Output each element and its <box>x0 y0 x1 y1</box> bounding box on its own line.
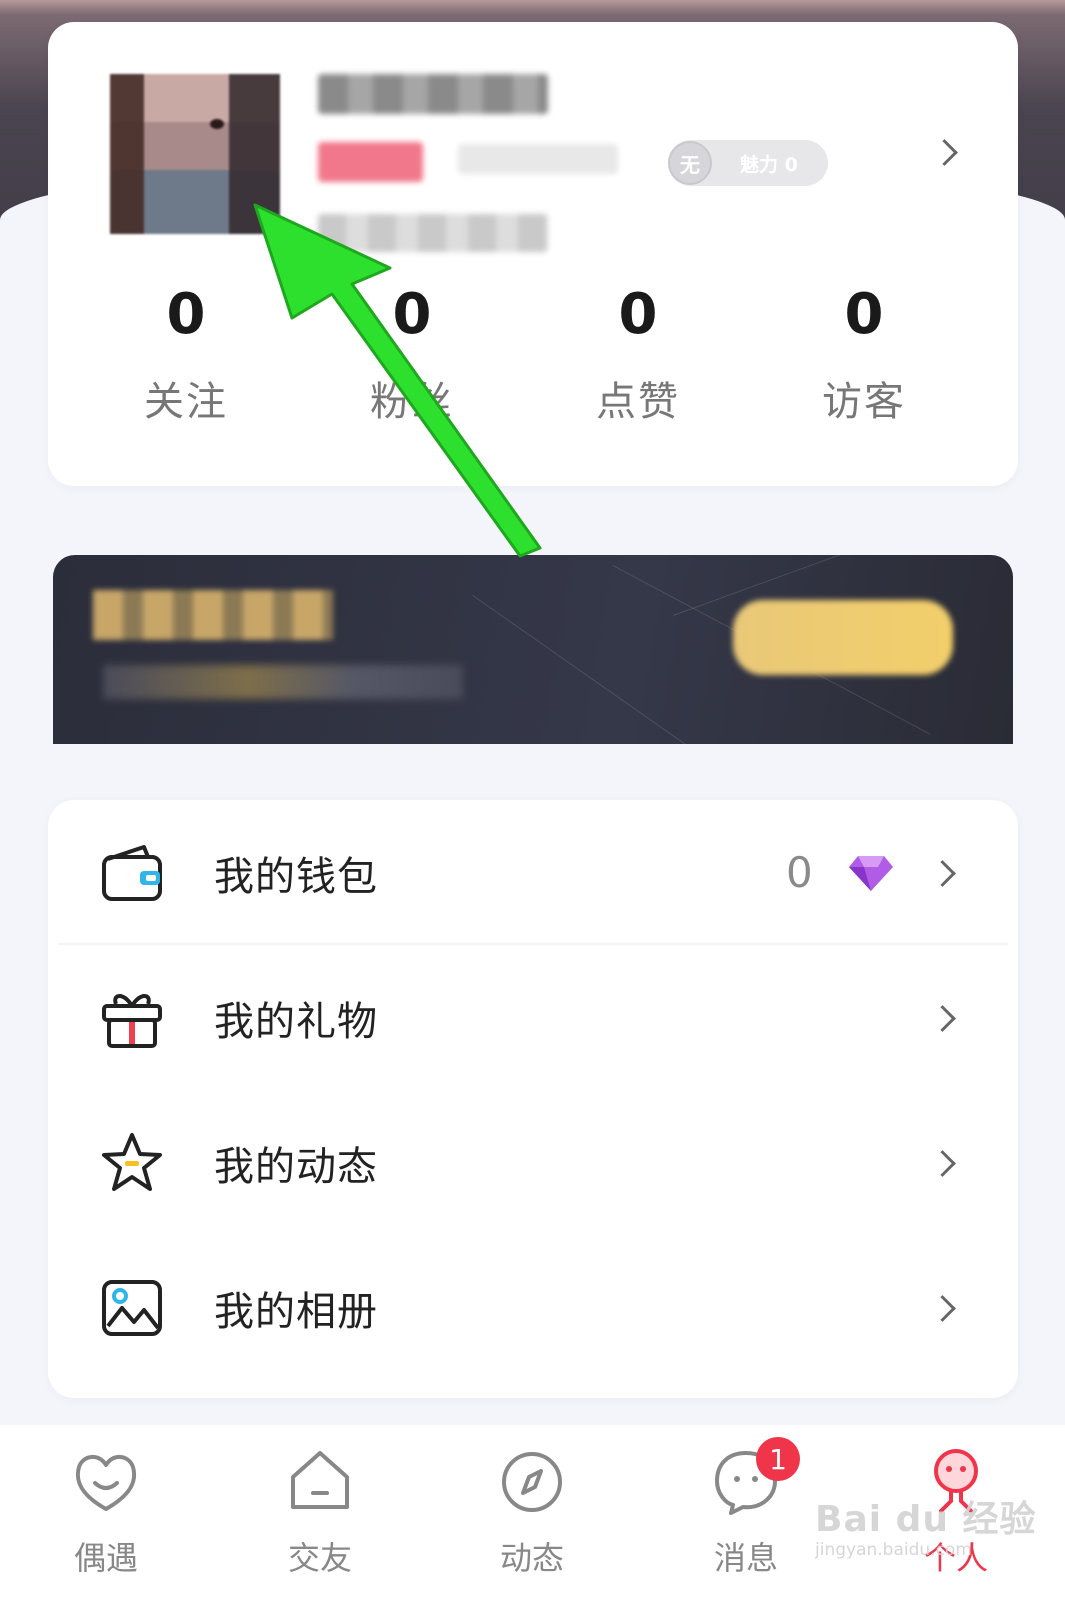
stat-visitors[interactable]: 0 访客 <box>794 287 934 427</box>
stat-label: 点赞 <box>596 379 680 425</box>
vip-title-blurred <box>93 590 333 640</box>
stat-likes[interactable]: 0 点赞 <box>568 287 708 427</box>
banner-decoration <box>472 595 719 744</box>
info-tag-blurred <box>458 144 618 174</box>
charm-label: 魅力 0 <box>740 153 798 176</box>
wallet-balance: 0 <box>786 848 813 897</box>
stat-value: 0 <box>166 282 206 347</box>
vip-subtitle-blurred <box>103 665 463 699</box>
vip-banner[interactable] <box>53 555 1013 744</box>
menu-card: 我的钱包 0 我的礼物 我的动态 我的相册 <box>48 800 1018 1398</box>
chevron-right-icon <box>929 1005 956 1032</box>
stat-fans[interactable]: 0 粉丝 <box>342 287 482 427</box>
vip-open-button[interactable] <box>733 600 953 675</box>
watermark-url: jingyan.baidu.com <box>815 1540 972 1560</box>
star-icon <box>102 1132 162 1191</box>
menu-item-gifts[interactable]: 我的礼物 <box>48 945 1018 1090</box>
username-blurred <box>318 74 548 114</box>
watermark: Bai du 经验 jingyan.baidu.com <box>815 1490 1037 1560</box>
wallet-icon <box>102 844 162 901</box>
compass-icon <box>502 1452 562 1512</box>
charm-level-icon: 无 <box>668 141 712 185</box>
chevron-right-icon <box>929 860 956 887</box>
heart-smile-icon <box>75 1455 137 1511</box>
house-icon <box>291 1451 349 1509</box>
profile-card[interactable]: 无 魅力 0 0 关注 0 粉丝 0 点赞 0 访客 <box>48 22 1018 486</box>
tab-encounter[interactable]: 偶遇 <box>46 1447 166 1579</box>
menu-label: 我的礼物 <box>214 998 378 1045</box>
tab-label: 动态 <box>499 1539 564 1577</box>
stat-value: 0 <box>844 282 884 347</box>
stat-label: 关注 <box>144 379 228 425</box>
chevron-right-icon <box>929 1295 956 1322</box>
tab-label: 交友 <box>287 1539 352 1577</box>
menu-label: 我的钱包 <box>214 853 378 900</box>
menu-label: 我的动态 <box>214 1143 378 1190</box>
menu-item-wallet[interactable]: 我的钱包 0 <box>48 800 1018 945</box>
chevron-right-icon[interactable] <box>931 139 958 166</box>
chevron-right-icon <box>929 1150 956 1177</box>
stat-value: 0 <box>392 282 432 347</box>
tab-label: 偶遇 <box>73 1539 138 1577</box>
level-tag-blurred <box>318 142 423 182</box>
album-icon <box>102 1279 162 1336</box>
stat-value: 0 <box>618 282 658 347</box>
tab-messages[interactable]: 1 消息 <box>686 1437 806 1579</box>
stat-label: 粉丝 <box>370 379 454 425</box>
tab-label: 消息 <box>713 1539 778 1577</box>
menu-label: 我的相册 <box>214 1288 378 1335</box>
charm-badge: 无 魅力 0 <box>668 140 828 186</box>
gift-icon <box>102 993 162 1048</box>
stat-following[interactable]: 0 关注 <box>116 287 256 427</box>
avatar[interactable] <box>110 74 280 234</box>
tab-friends[interactable]: 交友 <box>260 1447 380 1579</box>
menu-item-album[interactable]: 我的相册 <box>48 1235 1018 1380</box>
stat-label: 访客 <box>822 379 906 425</box>
watermark-logo-text: Bai du 经验 <box>815 1499 1037 1540</box>
diamond-icon <box>849 855 893 891</box>
avatar-eye <box>210 119 224 129</box>
menu-item-moments[interactable]: 我的动态 <box>48 1090 1018 1235</box>
user-id-blurred <box>318 214 548 252</box>
tab-moments[interactable]: 动态 <box>472 1447 592 1579</box>
unread-badge: 1 <box>756 1437 800 1481</box>
